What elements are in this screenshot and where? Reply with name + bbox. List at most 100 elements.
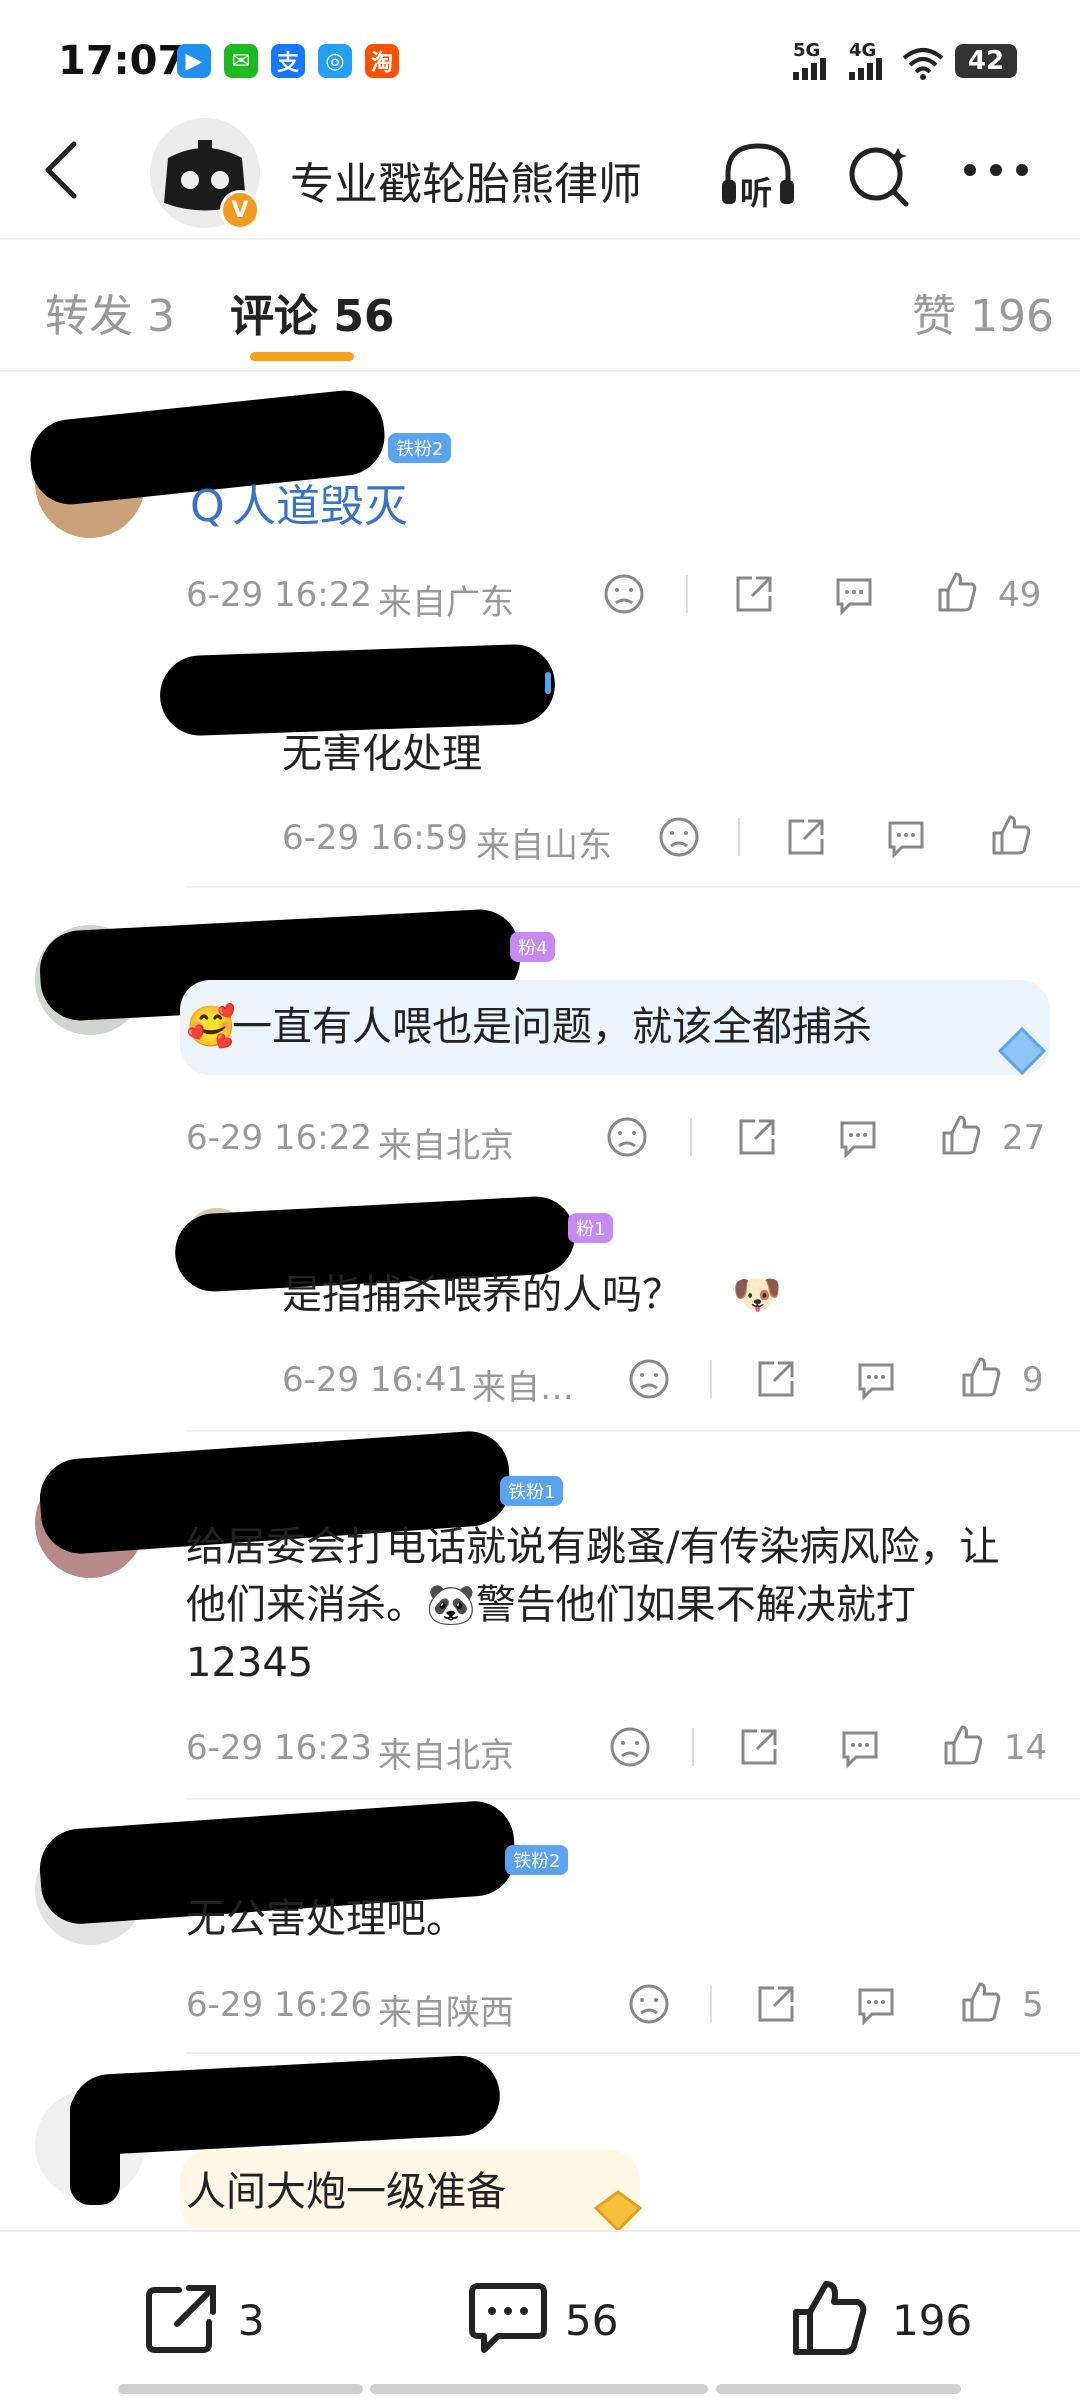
author-name[interactable]: 专业戳轮胎熊律师 xyxy=(290,148,642,212)
redacted-username xyxy=(158,643,557,737)
like-icon[interactable] xyxy=(988,813,1032,857)
tab-likes[interactable]: 赞 196 xyxy=(912,280,1054,344)
like-count: 5 xyxy=(1022,1985,1044,2025)
share-icon[interactable] xyxy=(737,1725,781,1769)
comment-text[interactable]: 给居委会打电话就说有跳蚤/有传染病风险，让他们来消杀。🐼警告他们如果不解决就打1… xyxy=(186,1518,1016,1692)
reply-icon[interactable] xyxy=(884,815,928,859)
dislike-icon[interactable] xyxy=(605,1115,649,1159)
search-icon[interactable] xyxy=(840,140,920,210)
action-separator xyxy=(686,575,688,613)
wechat-icon: ✉ xyxy=(224,44,258,78)
redacted-username xyxy=(68,2053,502,2157)
comment-time: 6-29 16:26 xyxy=(186,1985,372,2025)
more-icon[interactable] xyxy=(962,160,1030,180)
action-separator xyxy=(690,1118,692,1156)
reply-icon[interactable] xyxy=(838,1725,882,1769)
like-count: 14 xyxy=(1004,1728,1048,1768)
dislike-icon[interactable] xyxy=(608,1725,652,1769)
comment-time: 6-29 16:59 xyxy=(282,818,468,858)
comment-location: 来自… xyxy=(472,1368,574,1408)
listen-label: 听 xyxy=(740,174,773,212)
fan-badge: 铁粉2 xyxy=(505,1845,569,1875)
comment-time: 6-29 16:22 xyxy=(186,1118,372,1158)
action-separator xyxy=(710,1985,712,2023)
comment-text[interactable]: 人道毁灭 xyxy=(232,478,408,536)
header-divider xyxy=(0,238,1080,240)
like-icon[interactable] xyxy=(934,570,978,614)
comment-location: 来自北京 xyxy=(378,1126,514,1166)
dislike-icon[interactable] xyxy=(627,1357,671,1401)
battery-indicator: 42 xyxy=(955,44,1017,78)
like-count: 9 xyxy=(1022,1360,1044,1400)
reply-icon[interactable] xyxy=(854,1982,898,2026)
taobao-icon: 淘 xyxy=(365,44,399,78)
alipay-icon: 支 xyxy=(271,44,305,78)
repost-count[interactable]: 3 xyxy=(238,2296,265,2345)
tencent-video-icon: ▶ xyxy=(177,44,211,78)
share-icon[interactable] xyxy=(735,1115,779,1159)
comment-divider xyxy=(186,886,1080,888)
fan-badge: 粉4 xyxy=(510,932,556,962)
dislike-icon[interactable] xyxy=(657,815,701,859)
fan-badge: 铁粉1 xyxy=(500,1476,564,1506)
share-icon[interactable] xyxy=(784,815,828,859)
dislike-icon[interactable] xyxy=(602,572,646,616)
comment-text[interactable]: 一直有人喂也是问题，就该全都捕杀 xyxy=(232,998,872,1056)
fan-badge xyxy=(545,672,551,694)
status-time: 17:07 xyxy=(58,38,186,84)
signal-icon xyxy=(793,58,826,80)
comment-count[interactable]: 56 xyxy=(565,2296,618,2345)
like-icon[interactable] xyxy=(938,1113,982,1157)
verified-badge: V xyxy=(220,190,260,230)
comment-divider xyxy=(186,1798,1080,1800)
search-prefix-icon: Q xyxy=(190,481,225,532)
comment-location: 来自广东 xyxy=(378,583,514,623)
comment-text[interactable]: 人间大炮一级准备 xyxy=(186,2163,506,2221)
dislike-icon[interactable] xyxy=(627,1982,671,2026)
qq-browser-icon: ◎ xyxy=(318,44,352,78)
like-icon[interactable] xyxy=(958,1355,1002,1399)
comment-text[interactable]: 无害化处理 xyxy=(282,725,482,783)
like-icon[interactable] xyxy=(790,2278,870,2356)
emoji-icon: 🐼 xyxy=(426,1582,476,1628)
action-separator xyxy=(738,818,740,856)
action-separator xyxy=(710,1360,712,1398)
tab-repost[interactable]: 转发 3 xyxy=(45,280,175,344)
comment-icon[interactable] xyxy=(468,2282,548,2354)
home-indicator-segment xyxy=(370,2384,708,2394)
comment-time: 6-29 16:41 xyxy=(282,1360,468,1400)
comment-location: 来自山东 xyxy=(476,826,612,866)
comment-text[interactable]: 无公害处理吧。 xyxy=(186,1890,466,1948)
share-icon[interactable] xyxy=(732,572,776,616)
back-icon[interactable] xyxy=(38,140,88,200)
signal-icon-2 xyxy=(849,58,882,80)
like-count: 49 xyxy=(998,575,1042,615)
comment-time: 6-29 16:23 xyxy=(186,1728,372,1768)
active-tab-indicator xyxy=(250,352,354,361)
diamond-icon xyxy=(997,1026,1047,1076)
reply-icon[interactable] xyxy=(832,572,876,616)
share-icon[interactable] xyxy=(754,1982,798,2026)
tab-comments[interactable]: 评论 56 xyxy=(230,280,395,344)
badge-icon xyxy=(593,2190,643,2230)
listen-icon[interactable]: 听 xyxy=(718,140,798,212)
fan-badge: 铁粉2 xyxy=(388,433,452,463)
action-separator xyxy=(692,1728,694,1766)
home-indicator-segment xyxy=(118,2384,363,2394)
tabs-divider xyxy=(0,370,1080,372)
like-count: 27 xyxy=(1002,1118,1046,1158)
like-count-total[interactable]: 196 xyxy=(892,2296,972,2345)
repost-icon[interactable] xyxy=(145,2282,221,2354)
home-indicator-segment xyxy=(716,2384,961,2394)
emoji-icon: 🥰 xyxy=(186,1004,236,1050)
like-icon[interactable] xyxy=(958,1980,1002,2024)
comment-time: 6-29 16:22 xyxy=(186,575,372,615)
comment-text[interactable]: 是指捕杀喂养的人吗？ xyxy=(282,1266,682,1324)
comment-location: 来自北京 xyxy=(378,1736,514,1776)
comment-divider xyxy=(186,2052,1080,2054)
like-icon[interactable] xyxy=(940,1723,984,1767)
reply-icon[interactable] xyxy=(836,1115,880,1159)
reply-icon[interactable] xyxy=(854,1357,898,1401)
fan-badge: 粉1 xyxy=(568,1213,614,1243)
share-icon[interactable] xyxy=(754,1357,798,1401)
